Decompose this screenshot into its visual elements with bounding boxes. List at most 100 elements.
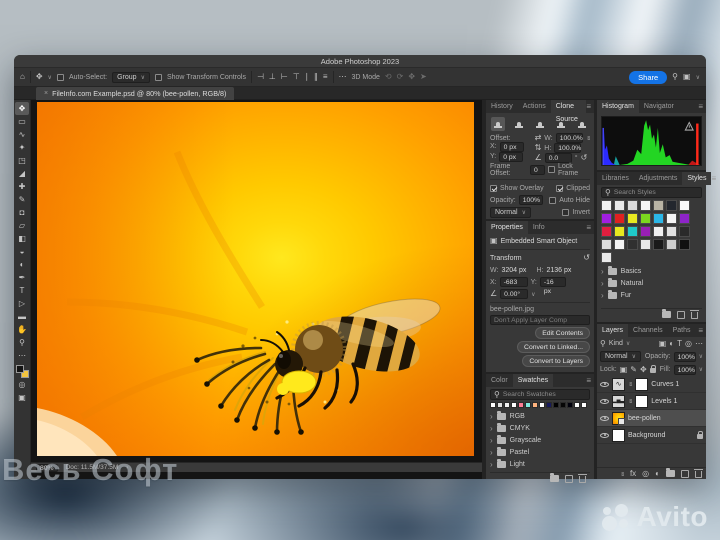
color-swatch[interactable] [525,402,531,408]
color-swatch[interactable] [653,213,664,224]
folder-row[interactable]: › Fur [601,289,702,301]
y-position-field[interactable]: -16 px [539,277,566,295]
slide-3d-icon[interactable]: ➤ [420,72,427,82]
chevron-down-icon[interactable]: ∨ [699,366,703,373]
tab-properties[interactable]: Properties [486,221,528,234]
move-tool[interactable]: ✥ [15,102,29,115]
hand-tool[interactable]: ✋ [15,323,29,336]
color-swatch[interactable] [539,402,545,408]
panel-menu-icon[interactable]: ≡ [711,172,719,185]
color-swatch[interactable] [627,200,638,211]
color-swatch[interactable] [504,402,510,408]
trash-icon[interactable] [690,310,699,319]
color-swatch[interactable] [653,239,664,250]
reset-icon[interactable]: ↺ [581,153,588,163]
color-swatch[interactable] [601,200,612,211]
auto-select-checkbox[interactable] [56,73,64,81]
document-tab[interactable]: × FileInfo.com Example.psd @ 80% (bee-po… [36,87,235,100]
add-mask-icon[interactable]: ◎ [642,469,649,479]
link-icon[interactable]: ∞ [585,136,591,140]
layer-mask-thumbnail[interactable] [635,394,649,408]
folder-row[interactable]: › Natural [601,277,702,289]
swatch-search[interactable]: ⚲ [490,389,590,400]
color-swatch[interactable] [546,402,552,408]
visibility-eye-icon[interactable] [600,380,609,389]
chevron-down-icon[interactable]: ∨ [699,353,703,360]
color-swatch[interactable] [614,226,625,237]
canvas-area[interactable]: 80% Doc: 11.5M/37.5M › [31,100,482,479]
color-swatch[interactable] [666,200,677,211]
layer-row-bee-pollen[interactable]: bee-pollen [597,410,706,427]
color-swatch[interactable] [627,226,638,237]
workspace-icon[interactable]: ▣ [683,72,691,82]
flip-horizontal-icon[interactable]: ⇄ [535,133,542,143]
quick-selection-tool[interactable]: ✦ [15,141,29,154]
layer-row-levels[interactable]: ▂▅▃ ∞ Levels 1 [597,393,706,410]
color-swatch[interactable] [640,200,651,211]
chevron-down-icon[interactable]: ∨ [696,74,700,81]
tab-info[interactable]: Info [528,221,550,234]
new-swatch-icon[interactable] [565,474,573,483]
lock-frame-checkbox[interactable] [547,166,555,174]
color-swatch[interactable] [640,213,651,224]
blend-mode-dropdown[interactable]: Normal ∨ [600,351,641,362]
auto-hide-checkbox[interactable] [549,196,557,204]
color-swatch[interactable] [627,239,638,250]
edit-contents-button[interactable]: Edit Contents [535,327,590,339]
lock-transparency-icon[interactable]: ▣ [620,365,628,375]
tab-clone-source[interactable]: Clone Source [550,100,587,123]
panel-menu-icon[interactable]: ≡ [698,324,706,337]
filter-pixel-icon[interactable]: ▣ [659,339,667,349]
overlay-blend-dropdown[interactable]: Normal ∨ [490,206,531,218]
auto-select-dropdown[interactable]: Group ∨ [112,71,150,83]
distribute-horizontal-icon[interactable]: ∣ [305,72,309,82]
zoom-tool[interactable]: ⚲ [15,336,29,349]
lock-paint-icon[interactable]: ✎ [630,365,637,375]
width-scale-field[interactable]: 100.0% [555,133,583,144]
tab-layers[interactable]: Layers [597,324,629,337]
crop-tool[interactable]: ◳ [15,154,29,167]
link-layers-icon[interactable]: ∞ [619,471,625,475]
color-swatch[interactable] [653,226,664,237]
home-icon[interactable]: ⌂ [20,72,25,82]
panel-menu-icon[interactable]: ≡ [698,100,706,113]
color-swatch[interactable] [614,213,625,224]
new-group-icon[interactable] [666,468,675,477]
color-chips[interactable] [15,365,29,378]
tab-paths[interactable]: Paths [668,324,696,337]
visibility-eye-icon[interactable] [600,414,609,423]
color-swatch[interactable] [601,252,612,263]
tab-libraries[interactable]: Libraries [597,172,634,185]
roll-3d-icon[interactable]: ⟳ [397,72,404,82]
filter-type-icon[interactable]: T [677,339,682,349]
color-swatch[interactable] [601,226,612,237]
layer-row-curves[interactable]: ∿ ∞ Curves 1 [597,376,706,393]
folder-row[interactable]: › Light [490,458,590,470]
tab-styles[interactable]: Styles [682,172,712,185]
offset-y-field[interactable]: 0 px [499,151,524,162]
chevron-down-icon[interactable]: ∨ [48,74,52,81]
convert-to-layers-button[interactable]: Convert to Layers [522,355,590,367]
new-style-icon[interactable] [677,310,685,319]
orbit-3d-icon[interactable]: ⟲ [385,72,392,82]
styles-search[interactable]: ⚲ [601,187,702,198]
align-center-icon[interactable]: ⊥ [269,72,276,82]
new-group-icon[interactable] [662,309,671,318]
trash-icon[interactable] [694,469,703,478]
lock-all-icon[interactable] [649,365,656,373]
share-button[interactable]: Share [629,70,668,84]
new-adjustment-icon[interactable]: ◐ [655,469,660,479]
eraser-tool[interactable]: ▱ [15,219,29,232]
color-swatch[interactable] [518,402,524,408]
tab-channels[interactable]: Channels [628,324,668,337]
clone-source-slot-4[interactable] [554,117,568,131]
clone-source-slot-5[interactable] [575,117,589,131]
x-position-field[interactable]: -683 px [499,277,528,295]
path-selection-tool[interactable]: ▷ [15,297,29,310]
panel-menu-icon[interactable]: ≡ [586,100,594,113]
filter-toggle-icon[interactable]: ⋯ [695,339,703,349]
panel-menu-icon[interactable]: ≡ [586,374,594,387]
move-tool-icon[interactable]: ✥ [36,72,43,82]
color-swatch[interactable] [614,239,625,250]
more-tools[interactable]: ⋯ [15,349,29,362]
